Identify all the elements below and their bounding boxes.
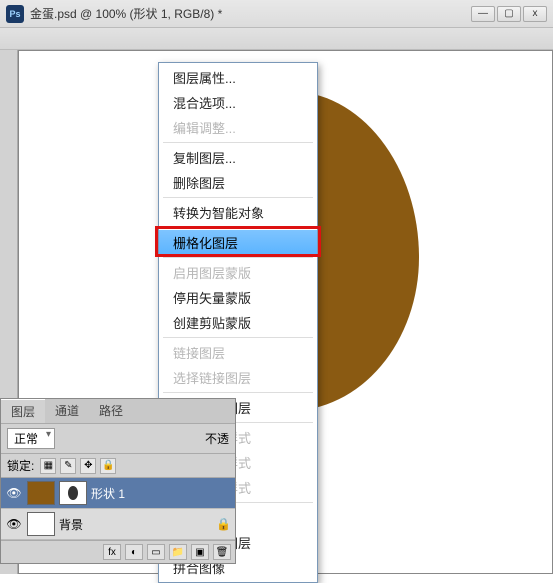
- panel-tabs: 图层 通道 路径: [1, 399, 235, 424]
- lock-row: 锁定: ▦ ✎ ✥ 🔒: [1, 454, 235, 478]
- lock-position-icon[interactable]: ✥: [80, 458, 96, 474]
- lock-all-icon[interactable]: 🔒: [100, 458, 116, 474]
- window-controls: — ▢ x: [471, 6, 547, 22]
- visibility-icon[interactable]: 👁: [5, 514, 23, 534]
- menu-item[interactable]: 混合选项...: [159, 90, 317, 115]
- menu-item[interactable]: 栅格化图层: [159, 230, 317, 255]
- title-bar: Ps 金蛋.psd @ 100% (形状 1, RGB/8) * — ▢ x: [0, 0, 553, 28]
- lock-transparency-icon[interactable]: ▦: [40, 458, 56, 474]
- layer-row[interactable]: 👁 形状 1: [1, 478, 235, 509]
- minimize-button[interactable]: —: [471, 6, 495, 22]
- menu-item[interactable]: 复制图层...: [159, 145, 317, 170]
- new-layer-icon[interactable]: ▣: [191, 544, 209, 560]
- menu-item[interactable]: 创建剪贴蒙版: [159, 310, 317, 335]
- layer-mask-thumbnail[interactable]: [59, 481, 87, 505]
- layer-thumbnail[interactable]: [27, 481, 55, 505]
- lock-icon: 🔒: [216, 517, 231, 531]
- adjustment-icon[interactable]: ▭: [147, 544, 165, 560]
- menu-separator: [163, 257, 313, 258]
- lock-label: 锁定:: [7, 457, 34, 474]
- layers-panel: 图层 通道 路径 正常 不透 锁定: ▦ ✎ ✥ 🔒 👁 形状 1 👁 背景 🔒: [0, 398, 236, 564]
- tab-layers[interactable]: 图层: [1, 399, 45, 423]
- trash-icon[interactable]: 🗑: [213, 544, 231, 560]
- menu-item[interactable]: 图层属性...: [159, 65, 317, 90]
- menu-item[interactable]: 删除图层: [159, 170, 317, 195]
- layer-list: 👁 形状 1 👁 背景 🔒: [1, 478, 235, 540]
- lock-icons: ▦ ✎ ✥ 🔒: [40, 458, 116, 474]
- opacity-label: 不透: [205, 430, 229, 447]
- close-button[interactable]: x: [523, 6, 547, 22]
- menu-separator: [163, 142, 313, 143]
- visibility-icon[interactable]: 👁: [5, 483, 23, 503]
- blend-mode-select[interactable]: 正常: [7, 428, 55, 449]
- panel-footer: fx ◐ ▭ 📁 ▣ 🗑: [1, 540, 235, 563]
- menu-item[interactable]: 转换为智能对象: [159, 200, 317, 225]
- group-icon[interactable]: 📁: [169, 544, 187, 560]
- fx-icon[interactable]: fx: [103, 544, 121, 560]
- menu-item[interactable]: 停用矢量蒙版: [159, 285, 317, 310]
- menu-bar[interactable]: [0, 28, 553, 50]
- tab-channels[interactable]: 通道: [45, 399, 89, 423]
- blend-row: 正常 不透: [1, 424, 235, 454]
- layer-thumbnail[interactable]: [27, 512, 55, 536]
- menu-item: 启用图层蒙版: [159, 260, 317, 285]
- layer-name[interactable]: 背景: [59, 516, 83, 533]
- mask-icon[interactable]: ◐: [125, 544, 143, 560]
- menu-separator: [163, 197, 313, 198]
- tab-paths[interactable]: 路径: [89, 399, 133, 423]
- maximize-button[interactable]: ▢: [497, 6, 521, 22]
- menu-item: 编辑调整...: [159, 115, 317, 140]
- document-title: 金蛋.psd @ 100% (形状 1, RGB/8) *: [30, 5, 471, 22]
- app-icon: Ps: [6, 5, 24, 23]
- menu-separator: [163, 392, 313, 393]
- layer-row[interactable]: 👁 背景 🔒: [1, 509, 235, 540]
- menu-separator: [163, 227, 313, 228]
- menu-item: 选择链接图层: [159, 365, 317, 390]
- menu-item: 链接图层: [159, 340, 317, 365]
- menu-separator: [163, 337, 313, 338]
- lock-pixels-icon[interactable]: ✎: [60, 458, 76, 474]
- layer-name[interactable]: 形状 1: [91, 485, 125, 502]
